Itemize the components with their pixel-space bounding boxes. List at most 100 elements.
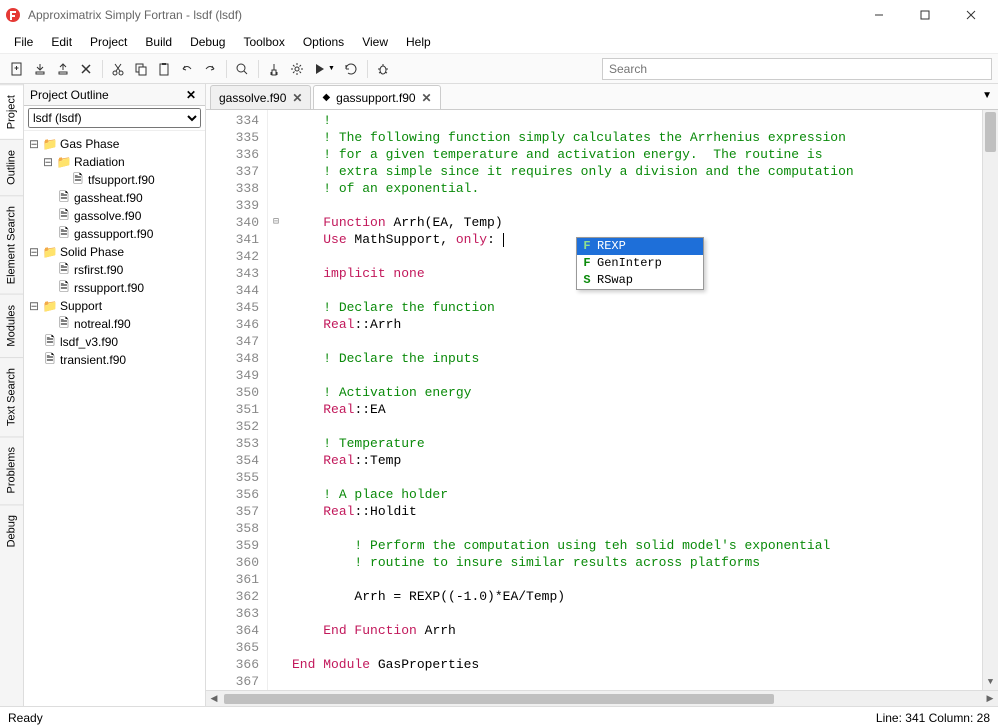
open-file-button[interactable]: [29, 58, 51, 80]
tree-label: gassheat.f90: [74, 191, 143, 205]
autocomplete-item[interactable]: FGenInterp: [577, 255, 703, 272]
tree-folder-gas-phase[interactable]: ⊟📁Gas Phase: [28, 135, 201, 153]
menu-toolbox[interactable]: Toolbox: [235, 32, 292, 52]
build-settings-button[interactable]: [286, 58, 308, 80]
file-icon: 🗎: [57, 281, 71, 295]
new-file-button[interactable]: [6, 58, 28, 80]
menu-help[interactable]: Help: [398, 32, 439, 52]
tree-folder-support[interactable]: ⊟📁Support: [28, 297, 201, 315]
scrollbar-thumb[interactable]: [224, 694, 774, 704]
file-icon: 🗎: [57, 191, 71, 205]
scrollbar-thumb[interactable]: [985, 112, 996, 152]
vertical-scrollbar[interactable]: ▲ ▼: [982, 110, 998, 690]
panel-title: Project Outline: [30, 88, 183, 102]
folder-icon: 📁: [43, 299, 57, 313]
toolbar: ▼: [0, 54, 998, 84]
toolbar-separator: [258, 60, 259, 78]
tree-folder-solid-phase[interactable]: ⊟📁Solid Phase: [28, 243, 201, 261]
tree-file-gassolve[interactable]: 🗎gassolve.f90: [28, 207, 201, 225]
search-input[interactable]: [602, 58, 992, 80]
autocomplete-popup: FREXP FGenInterp SRSwap: [576, 237, 704, 290]
tree-label: rsfirst.f90: [74, 263, 123, 277]
tree-file-lsdfv3[interactable]: 🗎lsdf_v3.f90: [28, 333, 201, 351]
statusbar: Ready Line: 341 Column: 28: [0, 706, 998, 728]
tree-file-gassupport[interactable]: 🗎gassupport.f90: [28, 225, 201, 243]
autocomplete-kind: F: [581, 255, 593, 272]
modified-dot-icon: ◆: [322, 92, 330, 103]
tree-file-rssupport[interactable]: 🗎rssupport.f90: [28, 279, 201, 297]
project-tree: ⊟📁Gas Phase ⊟📁Radiation 🗎tfsupport.f90 🗎…: [24, 131, 205, 706]
vtab-problems[interactable]: Problems: [0, 436, 23, 503]
paste-button[interactable]: [153, 58, 175, 80]
window-title: Approximatrix Simply Fortran - lsdf (lsd…: [28, 8, 856, 22]
menu-file[interactable]: File: [6, 32, 41, 52]
vtab-label: Element Search: [6, 206, 18, 284]
scroll-left-arrow-icon[interactable]: ◀: [206, 693, 222, 704]
tree-label: rssupport.f90: [74, 281, 144, 295]
vtab-project[interactable]: Project: [0, 84, 23, 139]
close-icon[interactable]: ✕: [292, 91, 302, 105]
menu-debug[interactable]: Debug: [182, 32, 233, 52]
menu-options[interactable]: Options: [295, 32, 352, 52]
debug-button[interactable]: [372, 58, 394, 80]
tree-label: Gas Phase: [60, 137, 119, 151]
close-button[interactable]: [948, 0, 994, 30]
code-area[interactable]: ! ! The following function simply calcul…: [284, 110, 982, 690]
clean-button[interactable]: [263, 58, 285, 80]
panel-close-button[interactable]: ✕: [183, 87, 199, 103]
tree-file-notreal[interactable]: 🗎notreal.f90: [28, 315, 201, 333]
vtab-modules[interactable]: Modules: [0, 294, 23, 357]
save-button[interactable]: [52, 58, 74, 80]
tab-label: gassupport.f90: [336, 91, 415, 105]
vtab-element-search[interactable]: Element Search: [0, 195, 23, 294]
redo-button[interactable]: [199, 58, 221, 80]
tree-file-gassheat[interactable]: 🗎gassheat.f90: [28, 189, 201, 207]
tree-folder-radiation[interactable]: ⊟📁Radiation: [28, 153, 201, 171]
stop-reload-button[interactable]: [340, 58, 362, 80]
maximize-button[interactable]: [902, 0, 948, 30]
toolbar-separator: [367, 60, 368, 78]
titlebar: Approximatrix Simply Fortran - lsdf (lsd…: [0, 0, 998, 30]
file-icon: 🗎: [57, 317, 71, 331]
tab-gassolve[interactable]: gassolve.f90 ✕: [210, 85, 311, 109]
copy-button[interactable]: [130, 58, 152, 80]
vtab-debug[interactable]: Debug: [0, 504, 23, 557]
editor-area: gassolve.f90 ✕ ◆ gassupport.f90 ✕ ▼ 334 335…: [206, 84, 998, 706]
find-button[interactable]: [231, 58, 253, 80]
tree-label: notreal.f90: [74, 317, 131, 331]
close-icon[interactable]: ✕: [422, 91, 432, 105]
vtab-label: Text Search: [6, 368, 18, 426]
tree-label: Radiation: [74, 155, 125, 169]
horizontal-scrollbar[interactable]: ◀ ▶: [206, 690, 998, 706]
scrollbar-track[interactable]: [222, 693, 982, 705]
project-select[interactable]: lsdf (lsdf): [28, 108, 201, 128]
menu-edit[interactable]: Edit: [43, 32, 80, 52]
menu-project[interactable]: Project: [82, 32, 135, 52]
run-button[interactable]: ▼: [309, 58, 339, 80]
tab-label: gassolve.f90: [219, 91, 286, 105]
scroll-down-arrow-icon[interactable]: ▼: [983, 674, 998, 690]
tree-label: Support: [60, 299, 102, 313]
folder-icon: 📁: [43, 245, 57, 259]
tab-overflow-button[interactable]: ▼: [982, 90, 992, 101]
menu-build[interactable]: Build: [137, 32, 180, 52]
minimize-button[interactable]: [856, 0, 902, 30]
status-position: Line: 341 Column: 28: [876, 711, 990, 725]
autocomplete-item[interactable]: SRSwap: [577, 272, 703, 289]
project-select-wrap: lsdf (lsdf): [24, 106, 205, 131]
vtab-outline[interactable]: Outline: [0, 139, 23, 195]
tree-file-tfsupport[interactable]: 🗎tfsupport.f90: [28, 171, 201, 189]
menu-view[interactable]: View: [354, 32, 396, 52]
undo-button[interactable]: [176, 58, 198, 80]
scroll-right-arrow-icon[interactable]: ▶: [982, 693, 998, 704]
close-file-button[interactable]: [75, 58, 97, 80]
autocomplete-item[interactable]: FREXP: [577, 238, 703, 255]
tree-label: gassolve.f90: [74, 209, 141, 223]
vtab-text-search[interactable]: Text Search: [0, 357, 23, 436]
tree-file-rsfirst[interactable]: 🗎rsfirst.f90: [28, 261, 201, 279]
tab-gassupport[interactable]: ◆ gassupport.f90 ✕: [313, 85, 440, 109]
code-editor[interactable]: 334 335 336 337 338 339 340 341 342 343 …: [206, 110, 998, 690]
tree-label: gassupport.f90: [74, 227, 153, 241]
tree-file-transient[interactable]: 🗎transient.f90: [28, 351, 201, 369]
cut-button[interactable]: [107, 58, 129, 80]
